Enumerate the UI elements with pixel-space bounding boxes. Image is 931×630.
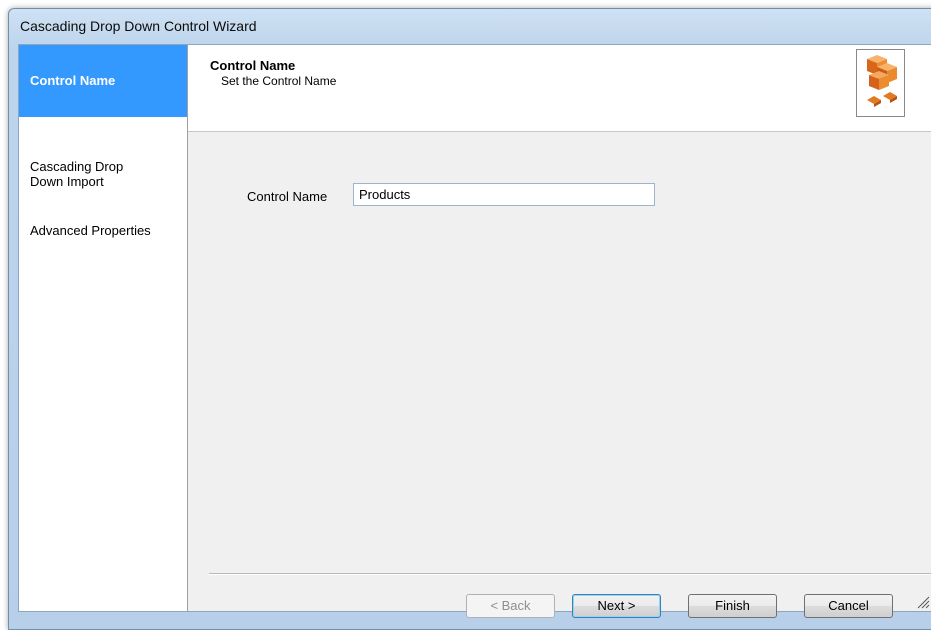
- back-button[interactable]: < Back: [466, 594, 555, 618]
- sidebar-item-cascading-drop-down-import[interactable]: Cascading Drop Down Import: [19, 144, 187, 189]
- sidebar-item-control-name[interactable]: Control Name: [19, 45, 187, 117]
- sidebar-item-advanced-properties[interactable]: Advanced Properties: [19, 223, 187, 238]
- finish-button[interactable]: Finish: [688, 594, 777, 618]
- cancel-button[interactable]: Cancel: [804, 594, 893, 618]
- wizard-client-area: Control Name Cascading Drop Down Import …: [18, 44, 931, 618]
- orange-cubes-icon: [856, 49, 905, 117]
- next-button[interactable]: Next >: [572, 594, 661, 618]
- wizard-steps-sidebar: Control Name Cascading Drop Down Import …: [19, 45, 188, 611]
- page-header: Control Name Set the Control Name: [188, 45, 931, 132]
- control-name-input[interactable]: [353, 183, 655, 206]
- control-name-label: Control Name: [247, 189, 328, 204]
- sidebar-item-label: Advanced Properties: [30, 223, 151, 238]
- window-title: Cascading Drop Down Control Wizard: [20, 18, 257, 34]
- wizard-window: Cascading Drop Down Control Wizard Contr…: [8, 8, 931, 630]
- title-bar[interactable]: Cascading Drop Down Control Wizard: [9, 9, 931, 45]
- resize-grip-icon[interactable]: [916, 595, 930, 609]
- footer-divider: [209, 573, 931, 575]
- sidebar-item-label: Cascading Drop Down Import: [30, 159, 124, 189]
- page-title: Control Name: [210, 58, 296, 73]
- page-subtitle: Set the Control Name: [221, 74, 337, 88]
- sidebar-item-label: Control Name: [30, 73, 116, 88]
